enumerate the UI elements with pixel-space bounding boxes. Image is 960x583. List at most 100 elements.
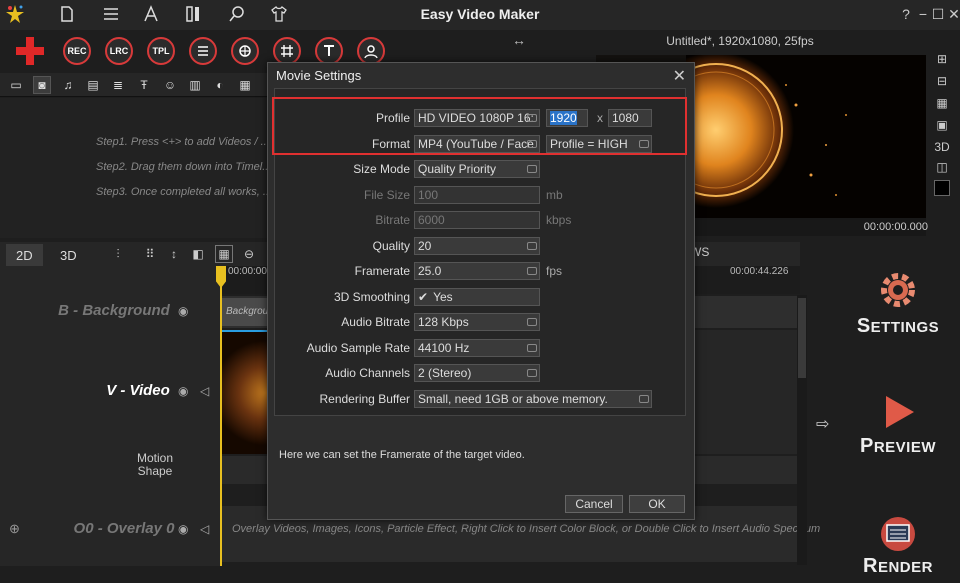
- speaker-icon[interactable]: ◁: [200, 522, 209, 536]
- bitrate-unit: kbps: [546, 213, 572, 227]
- tshirt-icon[interactable]: [270, 5, 288, 23]
- channels-select[interactable]: 2 (Stereo): [414, 364, 540, 382]
- step-1: Step1. Press <+> to add Videos / ...: [96, 136, 270, 148]
- track-overlay-label: O0 - Overlay 0: [73, 520, 175, 537]
- speaker-icon[interactable]: ◁: [200, 384, 209, 398]
- buffer-label: Rendering Buffer: [319, 392, 410, 406]
- background-clip[interactable]: Background: [222, 298, 279, 326]
- distribute-icon[interactable]: ⊟: [934, 74, 950, 90]
- calendar-icon[interactable]: ▦: [215, 245, 233, 263]
- audio-bitrate-label: Audio Bitrate: [341, 315, 410, 329]
- 3d-icon[interactable]: 3D: [934, 140, 950, 156]
- size-mode-select[interactable]: Quality Priority: [414, 160, 540, 178]
- camera-icon[interactable]: ◙: [33, 76, 51, 94]
- buffer-select[interactable]: Small, need 1GB or above memory.: [414, 390, 652, 408]
- settings-label: SETTINGS: [856, 315, 940, 337]
- search-icon[interactable]: [228, 5, 246, 23]
- video-preview[interactable]: [686, 55, 926, 218]
- grid-icon[interactable]: ▦: [934, 96, 950, 112]
- text-tool-icon[interactable]: [315, 37, 343, 65]
- highlight-box: [272, 97, 687, 155]
- expand-icon[interactable]: ↔: [512, 32, 526, 48]
- audio-bitrate-select[interactable]: 128 Kbps: [414, 313, 540, 331]
- template-button[interactable]: TPL: [147, 37, 175, 65]
- marker-icon[interactable]: ◧: [190, 246, 206, 262]
- lyrics-button[interactable]: LRC: [105, 37, 133, 65]
- file-size-input: 100: [414, 186, 540, 204]
- list-icon[interactable]: [102, 5, 120, 23]
- add-media-button[interactable]: [14, 36, 46, 66]
- caption-icon[interactable]: ≣: [110, 77, 126, 93]
- cancel-button[interactable]: Cancel: [565, 495, 623, 513]
- ruler-end: 00:00:44.226: [730, 266, 789, 277]
- play-icon: [886, 396, 914, 428]
- effects-icon[interactable]: [231, 37, 259, 65]
- film-icon[interactable]: ▤: [85, 77, 101, 93]
- tab-2d[interactable]: 2D: [6, 244, 43, 266]
- music-icon[interactable]: ♫: [60, 77, 76, 93]
- video-clip[interactable]: [222, 330, 270, 454]
- record-button[interactable]: REC: [63, 37, 91, 65]
- battery-icon[interactable]: ▥: [187, 77, 203, 93]
- eye-icon[interactable]: ◉: [178, 384, 188, 398]
- dialog-help-text: Here we can set the Framerate of the tar…: [279, 449, 525, 461]
- palette-icon[interactable]: ▦: [237, 77, 253, 93]
- layer-icon[interactable]: ◫: [934, 160, 950, 176]
- ruler-start: 00:00:00: [228, 266, 267, 277]
- render-icon: [881, 517, 915, 551]
- quality-label: Quality: [372, 239, 410, 253]
- list-button[interactable]: [189, 37, 217, 65]
- dropdown-icon: [527, 165, 537, 173]
- arrow-right-icon: ⇨: [816, 416, 830, 433]
- current-time: 00:00:00.000: [863, 221, 928, 233]
- dropdown-icon: [527, 344, 537, 352]
- zoom-out-icon[interactable]: ⊖: [241, 246, 257, 262]
- text-icon[interactable]: Ŧ: [136, 77, 152, 93]
- smoothing-checkbox[interactable]: ✔ Yes: [414, 288, 540, 306]
- app-title: Easy Video Maker: [420, 6, 540, 22]
- step-2: Step2. Drag them down into Timel...: [96, 161, 272, 173]
- preview-button[interactable]: PREVIEW: [850, 392, 946, 458]
- add-track-icon[interactable]: ⊕: [9, 521, 20, 537]
- screen-icon[interactable]: ▭: [8, 77, 24, 93]
- channels-label: Audio Channels: [325, 366, 410, 380]
- text-a-icon[interactable]: [142, 5, 160, 23]
- bitrate-input: 6000: [414, 211, 540, 229]
- dialog-close-icon[interactable]: ✕: [673, 66, 686, 86]
- color-swatch[interactable]: [934, 180, 950, 196]
- sample-rate-select[interactable]: 44100 Hz: [414, 339, 540, 357]
- eye-icon[interactable]: ◉: [178, 522, 188, 536]
- file-size-unit: mb: [546, 188, 563, 202]
- shape-label: Shape: [137, 464, 173, 478]
- open-file-icon[interactable]: [58, 5, 76, 23]
- checkmark-icon: ✔: [418, 290, 429, 304]
- ok-button[interactable]: OK: [629, 495, 685, 513]
- help-button[interactable]: ?: [897, 5, 915, 23]
- align-icon[interactable]: ⊞: [934, 52, 950, 68]
- snap-icon[interactable]: ⫶: [110, 246, 126, 262]
- dropdown-icon: [527, 369, 537, 377]
- quality-select[interactable]: 20: [414, 237, 540, 255]
- render-label: RENDER: [863, 555, 933, 577]
- split-icon[interactable]: [184, 5, 202, 23]
- motion-label: Motion: [136, 451, 174, 465]
- user-icon[interactable]: [357, 37, 385, 65]
- eye-icon[interactable]: ◉: [178, 304, 188, 318]
- framerate-select[interactable]: 25.0: [414, 262, 540, 280]
- tab-3d[interactable]: 3D: [50, 244, 87, 266]
- emoji-icon[interactable]: ☺: [162, 77, 178, 93]
- fit-icon[interactable]: ▣: [934, 118, 950, 134]
- size-mode-label: Size Mode: [353, 162, 410, 176]
- close-button[interactable]: ✕: [945, 5, 960, 23]
- playhead[interactable]: [220, 266, 222, 566]
- app-logo-icon: [4, 3, 26, 25]
- dropdown-icon: [527, 267, 537, 275]
- render-button[interactable]: RENDER: [850, 516, 946, 578]
- contrast-icon[interactable]: ◐: [212, 77, 228, 93]
- timeline-scroll-thumb[interactable]: [798, 298, 806, 378]
- dots-grid-icon[interactable]: ⠿: [142, 246, 158, 262]
- grid-hash-icon[interactable]: [273, 37, 301, 65]
- settings-button[interactable]: SETTINGS: [850, 268, 946, 338]
- smoothing-label: 3D Smoothing: [333, 290, 410, 304]
- vertical-resize-icon[interactable]: ↕: [166, 246, 182, 262]
